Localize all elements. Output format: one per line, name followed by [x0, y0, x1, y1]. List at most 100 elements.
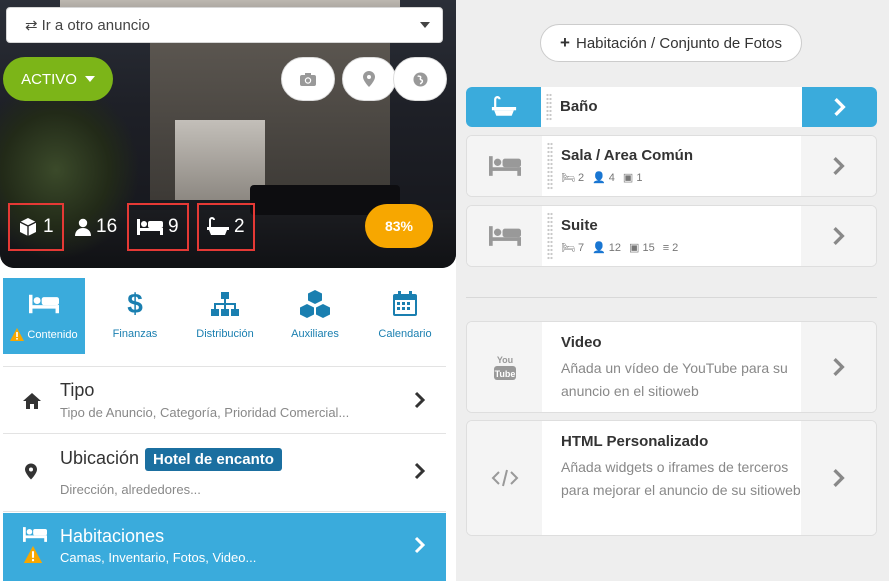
guests-count: 16	[96, 216, 118, 237]
website-button[interactable]	[393, 57, 447, 101]
calendar-icon	[393, 291, 417, 316]
bath-icon	[491, 96, 516, 116]
beds-stat: 9	[127, 203, 189, 251]
menu-ubicacion-subtitle: Dirección, alrededores...	[60, 482, 201, 497]
person-icon: 👤	[592, 172, 606, 184]
tab-contenido[interactable]: Contenido	[3, 278, 85, 354]
warning-icon	[10, 328, 25, 341]
photos-button[interactable]	[281, 57, 335, 101]
location-button[interactable]	[342, 57, 396, 101]
video-title: Video	[561, 334, 602, 351]
person-icon: 👤	[592, 242, 606, 254]
chevron-right-icon	[832, 358, 845, 376]
map-marker-icon	[25, 463, 37, 480]
drag-handle[interactable]	[547, 212, 553, 260]
tab-label: Calendario	[378, 328, 432, 340]
completion-badge: 83%	[365, 204, 433, 248]
photo-icon: ▣	[622, 172, 634, 184]
photo-icon: ▣	[629, 242, 640, 254]
chevron-right-icon	[832, 157, 845, 175]
drag-handle[interactable]	[547, 142, 553, 190]
caret-down-icon	[84, 76, 95, 82]
menu-tipo-subtitle: Tipo de Anuncio, Categoría, Prioridad Co…	[60, 405, 350, 420]
beds-count: 9	[168, 216, 179, 237]
room-name: Baño	[560, 98, 598, 115]
bed-icon: 🛏	[561, 242, 575, 254]
photos-count: 15	[642, 241, 655, 254]
room-meta: 🛏 7 👤 12 ▣ 15 ≡ 2	[561, 241, 679, 255]
chevron-right-icon	[832, 469, 845, 487]
room-card-sala[interactable]: Sala / Area Común 🛏 2 👤 4 ▣ 1	[466, 135, 877, 197]
chevron-right-icon	[414, 462, 426, 480]
units-stat: 1	[8, 203, 64, 251]
tab-auxiliares[interactable]: Auxiliares	[274, 278, 356, 354]
room-name: Sala / Area Común	[561, 147, 693, 164]
bed-icon	[137, 219, 163, 235]
map-pin-icon	[363, 71, 375, 87]
chevron-right-icon	[832, 227, 845, 245]
baths-stat: 2	[197, 203, 255, 251]
items-count: 2	[672, 241, 679, 254]
status-dropdown[interactable]: ACTIVO	[3, 57, 113, 101]
chevron-right-icon	[833, 98, 846, 116]
bed-icon: 🛏	[561, 172, 575, 184]
status-label: ACTIVO	[21, 70, 77, 88]
menu-habitaciones[interactable]: Habitaciones Camas, Inventario, Fotos, V…	[3, 513, 446, 581]
tab-label: Contenido	[27, 328, 78, 341]
units-count: 1	[43, 216, 54, 237]
tab-distribucion[interactable]: Distribución	[184, 278, 266, 354]
menu-habitaciones-title: Habitaciones	[60, 526, 165, 546]
room-card-bano[interactable]: Baño	[466, 87, 877, 127]
completion-value: 83%	[384, 218, 414, 234]
beds-count: 2	[577, 171, 585, 184]
section-tabs: Contenido $ Finanzas Distribución Auxili…	[0, 278, 456, 356]
listing-panel: ⇄ Ir a otro anuncio ACTIVO 1 16 9 2 83% …	[0, 0, 456, 581]
menu-ubicacion[interactable]: Ubicación Hotel de encanto Dirección, alr…	[3, 434, 446, 512]
menu-ubicacion-title: Ubicación Hotel de encanto	[60, 448, 282, 471]
custom-html-card[interactable]: HTML Personalizado Añada widgets o ifram…	[466, 420, 877, 536]
menu-tipo-title: Tipo	[60, 380, 95, 400]
home-icon	[23, 393, 41, 409]
guests-count: 12	[608, 241, 622, 254]
svg-text:You: You	[496, 355, 512, 365]
ad-selector-label: Ir a otro anuncio	[41, 16, 150, 34]
divider	[466, 297, 877, 298]
camera-icon	[300, 72, 316, 86]
drag-handle[interactable]	[546, 93, 552, 121]
list-icon: ≡	[662, 241, 670, 254]
swap-icon: ⇄	[25, 17, 38, 34]
ad-selector[interactable]: ⇄ Ir a otro anuncio	[6, 7, 443, 43]
code-icon	[491, 469, 518, 487]
guests-count: 4	[608, 171, 615, 184]
bed-icon	[23, 527, 47, 542]
bed-icon	[488, 226, 521, 246]
tab-finanzas[interactable]: $ Finanzas	[94, 278, 176, 354]
room-card-suite[interactable]: Suite 🛏 7 👤 12 ▣ 15 ≡ 2	[466, 205, 877, 267]
person-icon	[75, 218, 91, 236]
guests-stat: 16	[67, 203, 125, 251]
bed-icon	[488, 156, 521, 176]
bath-icon	[207, 217, 229, 235]
custom-html-desc: Añada widgets o iframes de terceros para…	[561, 459, 801, 498]
chevron-right-icon	[414, 391, 426, 409]
cube-icon	[19, 218, 37, 236]
dollar-icon: $	[127, 288, 143, 319]
room-meta: 🛏 2 👤 4 ▣ 1	[561, 171, 642, 185]
tab-calendario[interactable]: Calendario	[364, 278, 446, 354]
sitemap-icon	[211, 292, 239, 316]
menu-habitaciones-subtitle: Camas, Inventario, Fotos, Video...	[60, 550, 257, 565]
rooms-panel: + Habitación / Conjunto de Fotos Baño Sa…	[456, 0, 889, 581]
video-card[interactable]: You Tube Video Añada un vídeo de YouTube …	[466, 321, 877, 413]
chevron-right-icon	[414, 536, 426, 554]
svg-text:Tube: Tube	[494, 369, 515, 379]
room-name: Suite	[561, 217, 598, 234]
bed-icon	[29, 294, 59, 314]
listing-photo: ⇄ Ir a otro anuncio ACTIVO 1 16 9 2 83%	[0, 0, 456, 268]
beds-count: 7	[577, 241, 585, 254]
tab-label: Distribución	[196, 328, 254, 340]
plus-icon: +	[560, 33, 570, 52]
add-room-button[interactable]: + Habitación / Conjunto de Fotos	[540, 24, 802, 62]
custom-html-title: HTML Personalizado	[561, 433, 709, 450]
cubes-icon	[300, 290, 330, 318]
menu-tipo[interactable]: Tipo Tipo de Anuncio, Categoría, Priorid…	[3, 366, 446, 434]
